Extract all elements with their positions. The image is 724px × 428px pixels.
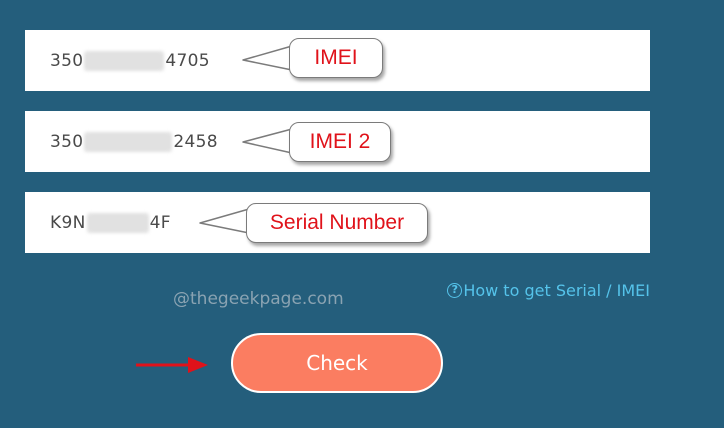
serial-prefix: K9N: [50, 212, 86, 233]
imei2-callout: IMEI 2: [289, 122, 391, 162]
imei-suffix: 4705: [165, 50, 210, 71]
redacted-blur: [86, 212, 149, 233]
red-arrow-icon: [136, 357, 208, 373]
watermark: @thegeekpage.com: [173, 289, 344, 309]
redacted-blur: [84, 50, 165, 71]
serial-callout: Serial Number: [246, 203, 428, 243]
imei2-value: 350 2458: [50, 111, 218, 172]
help-link[interactable]: ? How to get Serial / IMEI: [447, 281, 650, 300]
help-link-label: How to get Serial / IMEI: [463, 281, 650, 300]
serial-value: K9N 4F: [50, 192, 171, 253]
imei2-suffix: 2458: [173, 131, 218, 152]
imei-callout: IMEI: [289, 38, 383, 78]
check-button[interactable]: Check: [231, 333, 443, 393]
imei-value: 350 4705: [50, 30, 210, 91]
question-circle-icon: ?: [447, 283, 463, 298]
callout-pointer: [199, 208, 250, 234]
imei-prefix: 350: [50, 50, 84, 71]
serial-suffix: 4F: [149, 212, 171, 233]
redacted-blur: [84, 131, 173, 152]
imei2-prefix: 350: [50, 131, 84, 152]
callout-pointer: [242, 128, 293, 154]
callout-pointer: [242, 45, 293, 71]
